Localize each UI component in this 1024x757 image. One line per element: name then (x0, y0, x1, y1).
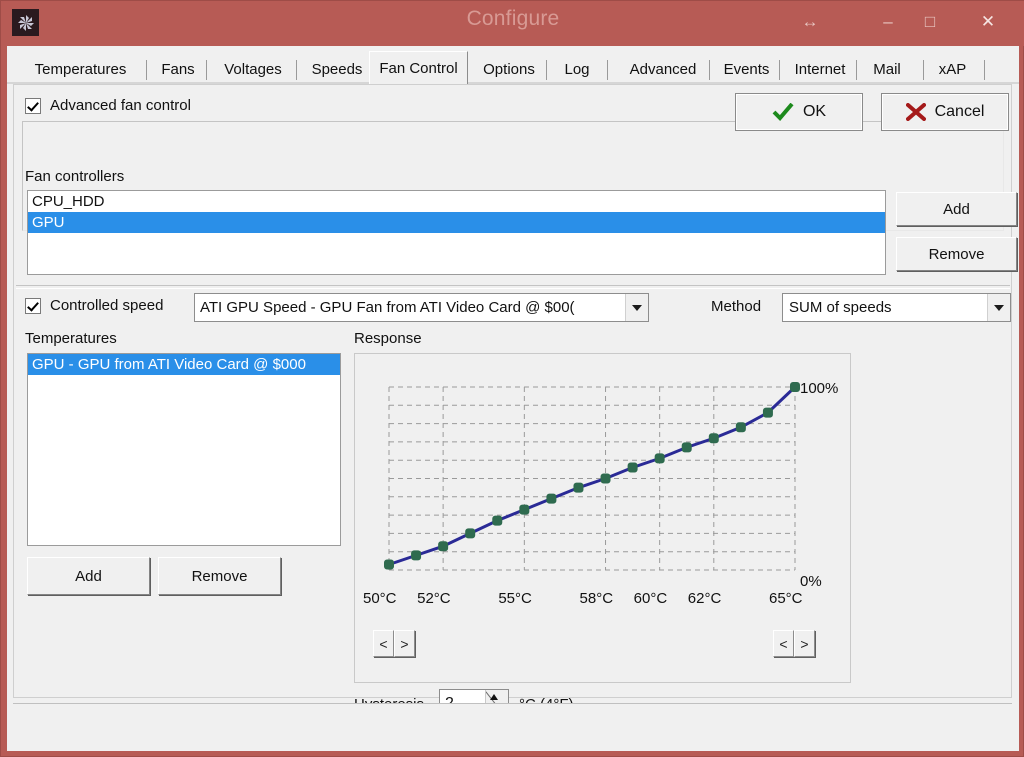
tab-internet[interactable]: Internet (781, 56, 859, 83)
chart-x-tick-label: 65°C (769, 590, 803, 607)
chart-min-label: 0% (800, 573, 822, 590)
advanced-fan-control-label: Advanced fan control (50, 97, 191, 114)
tab-fan-control[interactable]: Fan Control (369, 51, 468, 84)
chart-x-tick-label: 50°C (363, 590, 397, 607)
close-button[interactable]: ✕ (969, 5, 1007, 39)
chart-max-label: 100% (800, 380, 839, 397)
spinner-up-icon[interactable] (490, 694, 498, 700)
controlled-speed-select[interactable]: ATI GPU Speed - GPU Fan from ATI Video C… (194, 293, 649, 322)
chevron-down-icon[interactable] (987, 294, 1010, 321)
tab-separator (296, 60, 297, 80)
advanced-fan-control-row[interactable]: Advanced fan control (25, 97, 191, 114)
cross-icon (905, 103, 926, 121)
tab-separator (546, 60, 547, 80)
list-item[interactable]: GPU - GPU from ATI Video Card @ $000 (28, 354, 340, 375)
fan-control-panel: Advanced fan control Fan controllers CPU… (13, 84, 1017, 719)
list-item[interactable]: CPU_HDD (28, 191, 885, 212)
tab-events[interactable]: Events (711, 56, 782, 83)
ok-button[interactable]: OK (735, 93, 863, 131)
tab-separator (779, 60, 780, 80)
chart-right-prev-button[interactable]: < (773, 630, 794, 657)
chevron-down-icon[interactable] (625, 294, 648, 321)
chart-x-tick-label: 62°C (687, 590, 722, 607)
add-fan-controller-button[interactable]: Add (896, 192, 1017, 226)
title-bar: Configure ↔ – □ ✕ (1, 1, 1024, 46)
tab-separator (146, 60, 147, 80)
chart-x-tick-label: 60°C (633, 590, 668, 607)
tab-separator (923, 60, 924, 80)
controlled-speed-checkbox[interactable] (25, 297, 41, 314)
chart-left-prev-button[interactable]: < (373, 630, 394, 657)
controlled-speed-label: Controlled speed (50, 297, 164, 314)
tab-voltages[interactable]: Voltages (208, 56, 298, 83)
minimize-button[interactable]: – (869, 5, 907, 39)
advanced-fan-control-checkbox[interactable] (25, 97, 41, 114)
chart-x-tick-label: 58°C (579, 590, 614, 607)
chart-left-next-button[interactable]: > (394, 630, 415, 657)
footer-bar (13, 703, 1012, 749)
controlled-speed-row[interactable]: Controlled speed (25, 297, 163, 314)
chart-right-next-button[interactable]: > (794, 630, 815, 657)
response-label: Response (354, 330, 422, 347)
remove-fan-controller-button[interactable]: Remove (896, 237, 1017, 271)
chart-x-tick-label: 55°C (498, 590, 532, 607)
response-chart-box[interactable]: 100% 0% < > < > 50°C 52°C 55°C 58°C 60°C 62°C… (354, 353, 851, 683)
maximize-button[interactable]: □ (911, 5, 949, 39)
tab-speeds[interactable]: Speeds (298, 56, 376, 83)
configure-window: Configure ↔ – □ ✕ Temperatures Fans Volt… (0, 0, 1024, 757)
ok-label: OK (802, 103, 827, 120)
temperatures-list[interactable]: GPU - GPU from ATI Video Card @ $000 (27, 353, 341, 546)
tab-options[interactable]: Options (471, 56, 547, 83)
list-item[interactable]: GPU (28, 212, 885, 233)
cancel-label: Cancel (934, 103, 985, 120)
resize-button[interactable]: ↔ (791, 5, 829, 39)
tab-separator (856, 60, 857, 80)
tab-temperatures[interactable]: Temperatures (13, 56, 148, 83)
method-select[interactable]: SUM of speeds (782, 293, 1011, 322)
fan-controllers-label: Fan controllers (25, 168, 125, 185)
tab-fans[interactable]: Fans (148, 56, 208, 83)
tab-strip: Temperatures Fans Voltages Speeds Fan Co… (7, 51, 1019, 84)
tab-separator (206, 60, 207, 80)
chart-x-tick-label: 52°C (417, 590, 451, 607)
tab-separator (607, 60, 608, 80)
method-value: SUM of speeds (789, 299, 892, 316)
client-area: Temperatures Fans Voltages Speeds Fan Co… (7, 46, 1019, 751)
cancel-button[interactable]: Cancel (881, 93, 1009, 131)
section-divider (16, 285, 1010, 289)
tab-advanced[interactable]: Advanced (615, 56, 711, 83)
controlled-speed-value: ATI GPU Speed - GPU Fan from ATI Video C… (200, 299, 575, 316)
tab-log[interactable]: Log (548, 56, 606, 83)
tab-mail[interactable]: Mail (858, 56, 916, 83)
tab-separator (709, 60, 710, 80)
tab-separator (984, 60, 985, 80)
check-icon (772, 103, 794, 121)
remove-temperature-button[interactable]: Remove (158, 557, 281, 595)
temperatures-label: Temperatures (25, 330, 117, 347)
fan-controllers-list[interactable]: CPU_HDD GPU (27, 190, 886, 275)
method-label: Method (711, 298, 762, 315)
add-temperature-button[interactable]: Add (27, 557, 150, 595)
tab-xap[interactable]: xAP (925, 56, 980, 83)
